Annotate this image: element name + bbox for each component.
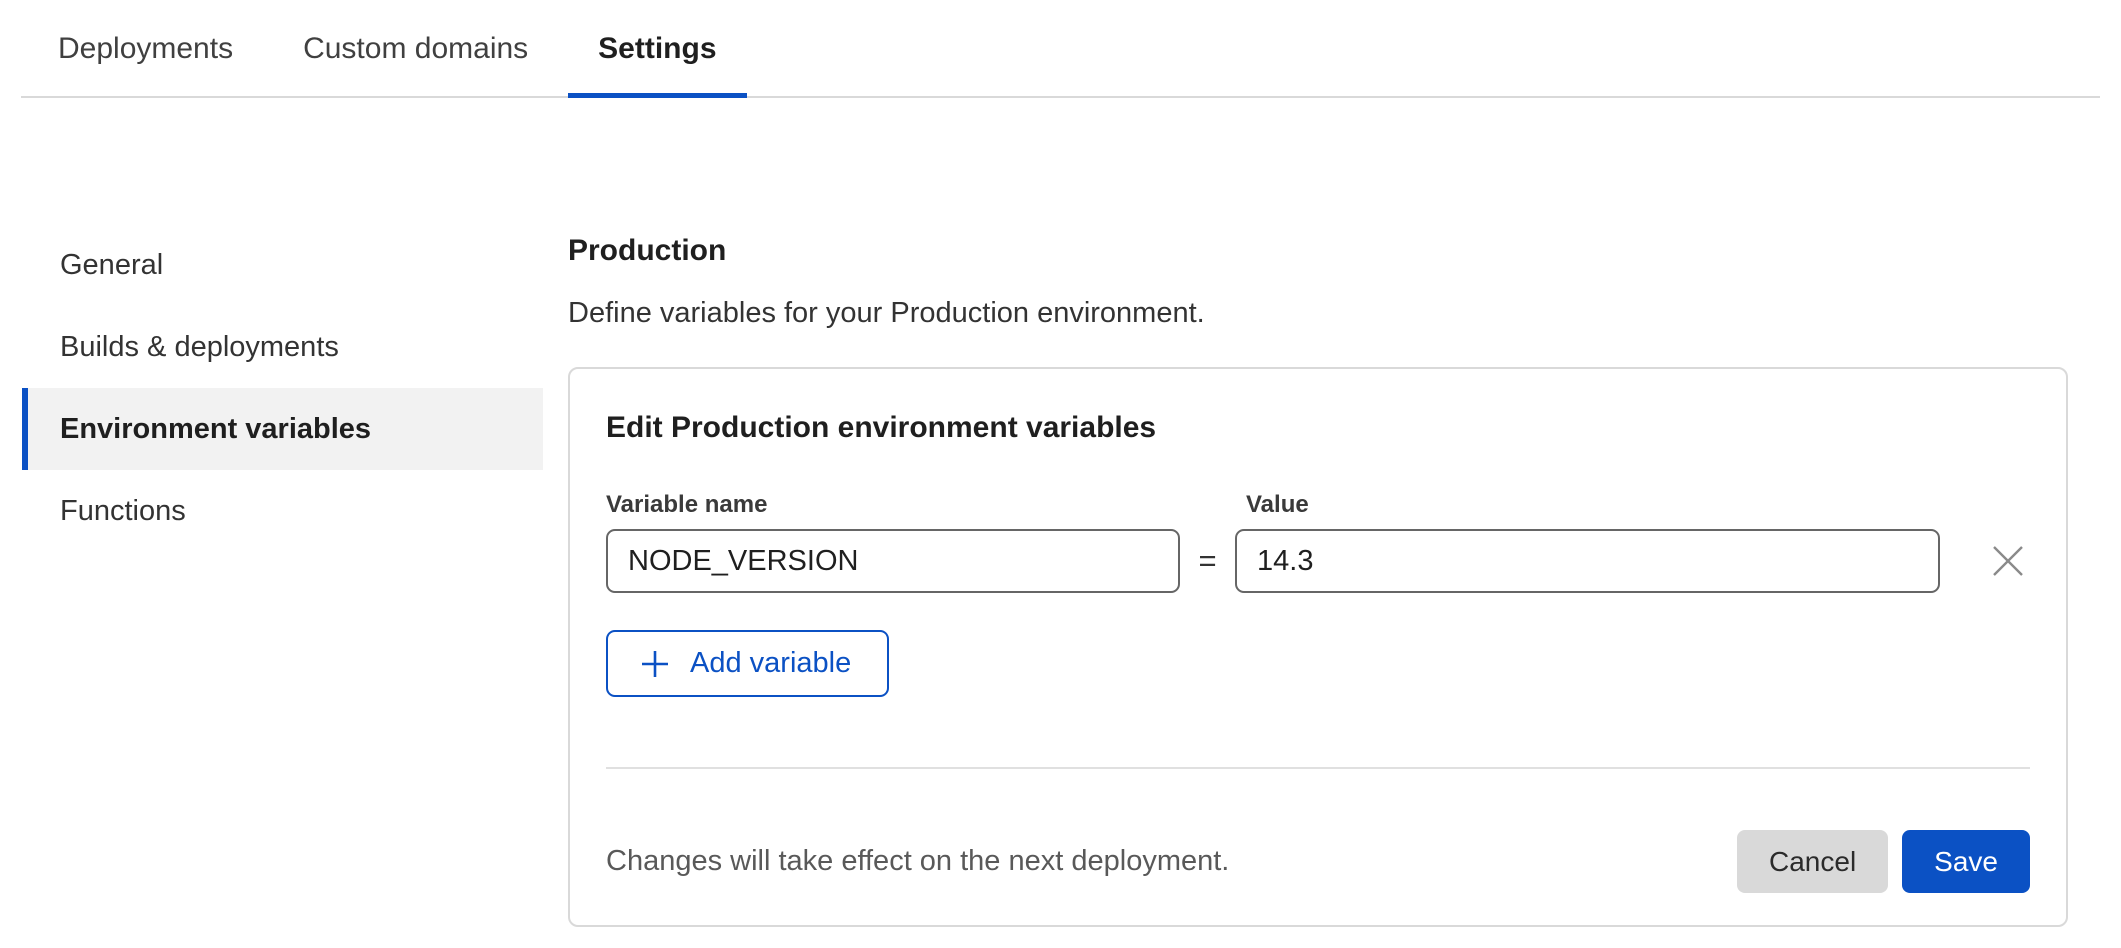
footer-note: Changes will take effect on the next dep… xyxy=(606,845,1737,878)
card-footer: Changes will take effect on the next dep… xyxy=(606,830,2030,893)
main-panel: Production Define variables for your Pro… xyxy=(568,224,2068,927)
tab-settings[interactable]: Settings xyxy=(568,24,746,96)
variable-value-input[interactable] xyxy=(1235,529,1940,593)
plus-icon xyxy=(640,649,670,679)
tab-bar: Deployments Custom domains Settings xyxy=(21,0,2100,98)
card-divider xyxy=(606,767,2030,769)
add-variable-label: Add variable xyxy=(690,647,851,680)
sidebar-item-builds-deployments[interactable]: Builds & deployments xyxy=(22,306,543,388)
equals-sign: = xyxy=(1180,543,1235,579)
value-label: Value xyxy=(1246,491,1309,519)
settings-sidebar: General Builds & deployments Environment… xyxy=(22,224,543,552)
settings-content: General Builds & deployments Environment… xyxy=(0,224,2121,927)
variable-row: = xyxy=(606,529,2030,593)
save-button[interactable]: Save xyxy=(1902,830,2030,893)
variable-name-label: Variable name xyxy=(606,491,1246,519)
sidebar-item-environment-variables[interactable]: Environment variables xyxy=(22,388,543,470)
section-description: Define variables for your Production env… xyxy=(568,297,2068,330)
cancel-button[interactable]: Cancel xyxy=(1737,830,1888,893)
close-icon xyxy=(1991,544,2025,578)
tab-custom-domains[interactable]: Custom domains xyxy=(273,24,558,96)
section-title: Production xyxy=(568,234,2068,268)
card-title: Edit Production environment variables xyxy=(606,411,2030,445)
environment-variables-card: Edit Production environment variables Va… xyxy=(568,367,2068,927)
remove-variable-button[interactable] xyxy=(1985,538,2030,584)
sidebar-item-general[interactable]: General xyxy=(22,224,543,306)
variable-name-input[interactable] xyxy=(606,529,1180,593)
tab-deployments[interactable]: Deployments xyxy=(28,24,263,96)
add-variable-button[interactable]: Add variable xyxy=(606,630,889,697)
field-labels-row: Variable name Value xyxy=(606,491,2030,519)
sidebar-item-functions[interactable]: Functions xyxy=(22,470,543,552)
